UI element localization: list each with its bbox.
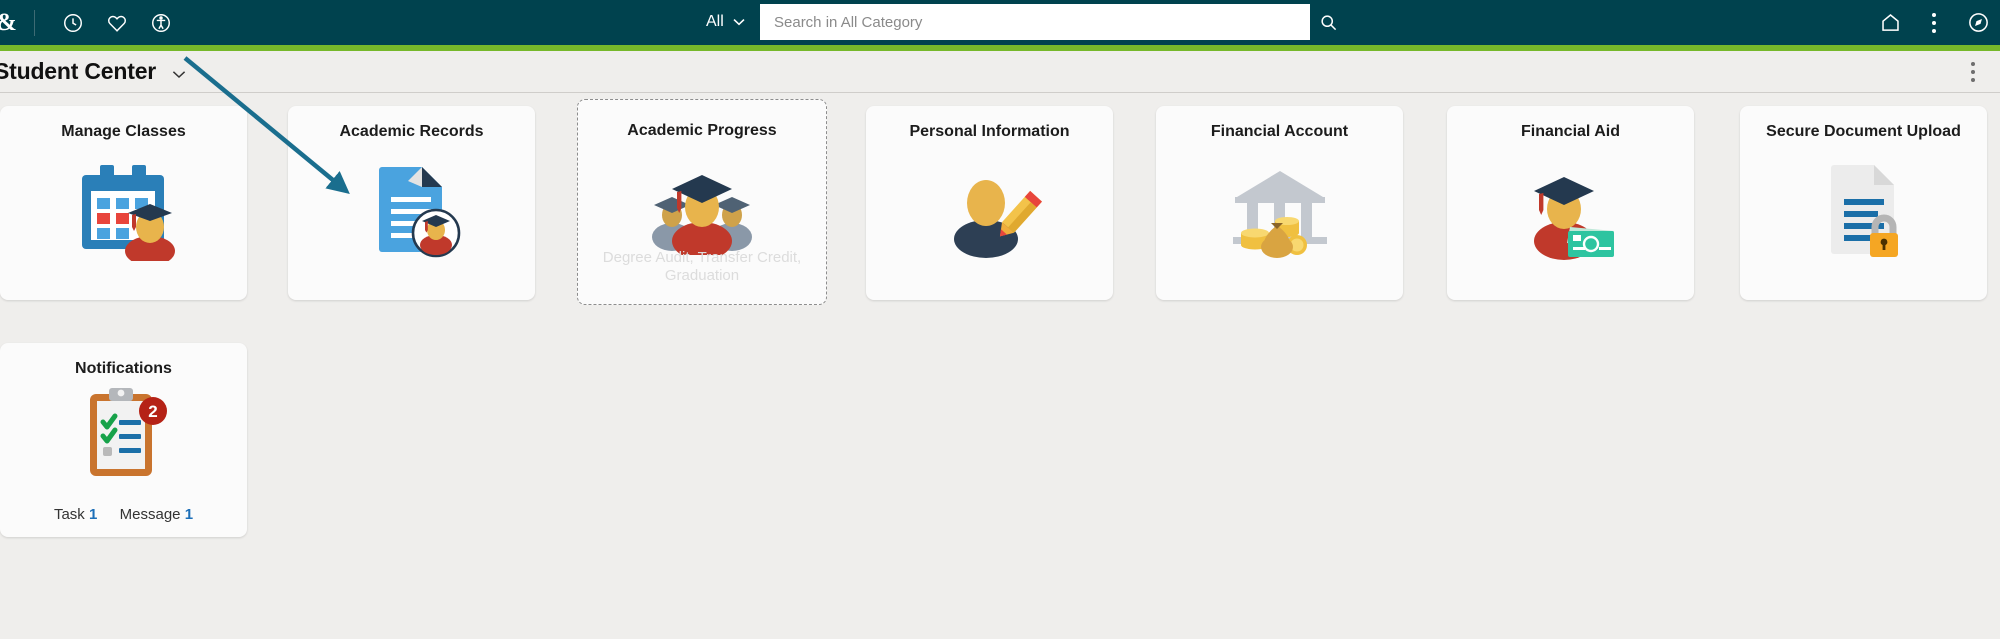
global-search: All (690, 4, 1346, 40)
tile-title: Financial Aid (1521, 123, 1620, 140)
search-category-label: All (706, 13, 724, 30)
header-divider (34, 9, 35, 36)
page-title[interactable]: Student Center (0, 58, 186, 85)
tile-academic-records[interactable]: Academic Records (288, 106, 535, 300)
chevron-down-icon (173, 71, 186, 79)
document-lock-icon (1740, 154, 1987, 264)
tile-academic-progress[interactable]: Academic Progress Degree Audit, Transfer… (577, 99, 827, 305)
tile-secure-document-upload[interactable]: Secure Document Upload (1740, 106, 1987, 300)
tile-title: Financial Account (1210, 123, 1349, 140)
clipboard-checklist-icon: 2 (0, 385, 247, 483)
search-submit-button[interactable] (1310, 4, 1346, 40)
tile-grid: Manage Classes Academic Records Academic… (0, 94, 2000, 639)
header-left-group: & (0, 0, 183, 45)
header-right-group (1868, 0, 2000, 45)
tile-notifications[interactable]: Notifications 2 Task 1 Message 1 (0, 343, 247, 537)
svg-text:2: 2 (148, 402, 157, 421)
person-pencil-icon (866, 154, 1113, 264)
search-input[interactable] (760, 4, 1310, 40)
brand-logo[interactable]: & (0, 5, 22, 41)
students-group-icon (578, 148, 826, 258)
tile-title: Secure Document Upload (1766, 123, 1961, 140)
accessibility-icon[interactable] (139, 0, 183, 45)
tile-financial-aid[interactable]: Financial Aid (1447, 106, 1694, 300)
message-count: 1 (184, 506, 194, 523)
tile-title: Manage Classes (61, 123, 186, 140)
actions-menu-icon[interactable] (1912, 0, 1956, 45)
tile-title: Academic Records (339, 123, 484, 140)
tile-subtitle: Degree Audit, Transfer Credit, Graduatio… (602, 248, 802, 285)
tile-manage-classes[interactable]: Manage Classes (0, 106, 247, 300)
page-title-bar: Student Center (0, 51, 2000, 93)
recent-icon[interactable] (51, 0, 95, 45)
calendar-student-icon (0, 154, 247, 264)
notifications-counts: Task 1 Message 1 (0, 506, 247, 523)
chevron-down-icon (733, 19, 745, 26)
navigator-icon[interactable] (1956, 0, 2000, 45)
page-title-text: Student Center (0, 58, 157, 84)
global-header: & All (0, 0, 2000, 45)
tile-financial-account[interactable]: Financial Account (1156, 106, 1403, 300)
bank-money-icon (1156, 154, 1403, 264)
graduate-money-icon (1447, 154, 1694, 264)
favorites-icon[interactable] (95, 0, 139, 45)
task-label: Task (53, 506, 85, 523)
search-category-dropdown[interactable]: All (690, 4, 760, 40)
tile-personal-information[interactable]: Personal Information (866, 106, 1113, 300)
task-count: 1 (88, 506, 98, 523)
tile-title: Notifications (75, 360, 172, 377)
page-actions-menu-icon[interactable] (1960, 58, 1986, 86)
message-label: Message (119, 506, 181, 523)
home-icon[interactable] (1868, 0, 1912, 45)
search-icon (1320, 14, 1336, 30)
tile-title: Academic Progress (627, 122, 777, 139)
tile-title: Personal Information (909, 123, 1070, 140)
document-student-icon (288, 154, 535, 264)
